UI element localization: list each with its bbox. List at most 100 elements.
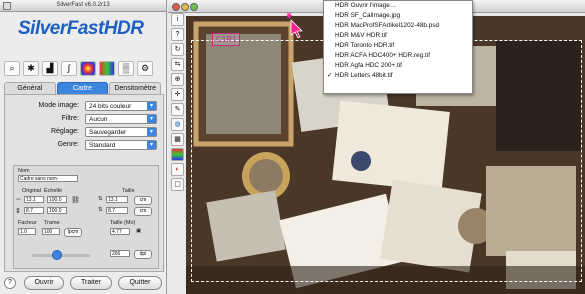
chain-link-icon[interactable]: ⛓: [71, 196, 80, 204]
taille-mo-field: 4.77: [110, 228, 130, 235]
menu-item[interactable]: HDR MacProfSFArtikel1202-48b.psd: [324, 21, 472, 31]
taille-mo-label: Taille (Mo): [110, 220, 136, 226]
tab-cadre[interactable]: Cadre: [56, 82, 109, 94]
chevron-down-icon: ▾: [147, 115, 156, 123]
echelle-label: Échelle: [44, 188, 63, 194]
chevron-down-icon: ▾: [147, 128, 156, 136]
trame-field[interactable]: 100: [42, 228, 60, 235]
reglage-label: Réglage:: [50, 128, 79, 135]
genre-select[interactable]: Standard ▾: [85, 140, 157, 150]
menu-item-label: HDR Toronto HDR.tif: [335, 42, 395, 49]
mode-image-row: Mode image: 24 bits couleur ▾: [5, 101, 163, 112]
selective-color-icon[interactable]: [99, 61, 115, 76]
minimize-icon[interactable]: [181, 3, 189, 11]
nom-input[interactable]: Cadre sans nom-: [18, 175, 78, 182]
magnifier-icon[interactable]: ⌕: [4, 61, 20, 76]
size-width-field[interactable]: 13.1: [106, 196, 128, 203]
preview-vertical-toolbar: i ? ↻ ⇆ ⊕ ✛ ✎ ◍ ▦ ◐ ▢: [170, 12, 184, 192]
close-icon[interactable]: [3, 2, 11, 10]
menu-item-label: HDR Agfa HDC 200+.tif: [335, 62, 402, 69]
flip-icon[interactable]: ⇆: [171, 58, 184, 71]
help-icon[interactable]: ?: [171, 28, 184, 41]
panel-titlebar[interactable]: SilverFast v6.0.2r13: [0, 0, 166, 12]
color-correction-icon[interactable]: [80, 61, 96, 76]
size-height-field[interactable]: 8.7: [106, 207, 128, 214]
quitter-button[interactable]: Quitter: [118, 276, 162, 290]
traiter-button[interactable]: Traiter: [70, 276, 112, 290]
menu-item[interactable]: HDR SF_CalImage.jpg: [324, 11, 472, 21]
filtre-select[interactable]: Aucun ▾: [85, 114, 157, 124]
menu-item[interactable]: HDR Ouvrir l'image…: [324, 1, 472, 11]
tab-general[interactable]: Général: [4, 82, 56, 94]
original-width-field[interactable]: 13.1: [24, 196, 44, 203]
height-stepper-icon[interactable]: ⇅: [98, 207, 103, 213]
facteur-field[interactable]: 1.0: [18, 228, 36, 235]
cadre-tab-body: Mode image: 24 bits couleur ▾ Filtre: Au…: [4, 94, 164, 272]
width-unit-button[interactable]: cm: [134, 196, 152, 205]
lock-icon[interactable]: ▣: [136, 228, 141, 234]
menu-item-label: HDR ACFA HDC400+ HDR.reg.tif: [335, 52, 430, 59]
trame-label: Trame: [44, 220, 60, 226]
tab-densitometre[interactable]: Densitomètre: [109, 82, 162, 94]
rotate-icon[interactable]: ↻: [171, 43, 184, 56]
recent-images-menu: HDR Ouvrir l'image… HDR SF_CalImage.jpg HD…: [323, 0, 473, 94]
cursor-arrow-icon: [287, 12, 303, 38]
chevron-down-icon: ▾: [147, 102, 156, 110]
settings-icon[interactable]: ⚙: [137, 61, 153, 76]
filtre-row: Filtre: Aucun ▾: [5, 114, 163, 125]
mode-image-value: 24 bits couleur: [89, 103, 132, 110]
facteur-label: Facteur: [18, 220, 37, 226]
filtre-value: Aucun: [89, 116, 108, 123]
frame-settings-box: Nom Cadre sans nom- Original Échelle Tai…: [13, 165, 159, 269]
filtre-label: Filtre:: [61, 115, 80, 122]
globe-icon[interactable]: ◍: [171, 118, 184, 131]
panel-tabs: Général Cadre Densitomètre: [4, 82, 162, 94]
panel-bottom-bar: ? Ouvrir Traiter Quitter: [4, 276, 164, 290]
menu-item[interactable]: HDR Toronto HDR.tif: [324, 41, 472, 51]
original-height-field[interactable]: 8.7: [24, 207, 44, 214]
dpi-field[interactable]: 266: [110, 250, 130, 257]
crosshair-icon[interactable]: ✛: [171, 88, 184, 101]
gradation-curve-icon[interactable]: ∫: [61, 61, 77, 76]
silverfast-logo: SilverFastHDR: [18, 18, 144, 39]
tool-i-icon[interactable]: i: [171, 13, 184, 26]
scale-height-field[interactable]: 100.0: [47, 207, 67, 214]
genre-value: Standard: [89, 142, 116, 149]
menu-item-label: HDR MacProfSFArtikel1202-48b.psd: [335, 22, 440, 29]
menu-item-label: HDR Letters 48bit.tif: [335, 72, 393, 79]
reglage-value: Sauvegarder: [89, 129, 127, 136]
dust-scratch-icon[interactable]: ▒: [118, 61, 134, 76]
menu-item[interactable]: HDR M&V HDR.tif: [324, 31, 472, 41]
auto-adjust-icon[interactable]: ✱: [23, 61, 39, 76]
zoom-icon[interactable]: [190, 3, 198, 11]
close-icon[interactable]: [172, 3, 180, 11]
ouvrir-button[interactable]: Ouvrir: [24, 276, 64, 290]
nom-label: Nom: [18, 168, 30, 174]
taille-label: Taille: [122, 188, 135, 194]
tool-bar: ⌕ ✱ ▟ ∫ ▒ ⚙: [4, 61, 162, 76]
prescan-icon[interactable]: ▦: [171, 133, 184, 146]
reglage-row: Réglage: Sauvegarder ▾: [5, 127, 163, 138]
color-cast-icon[interactable]: ◐: [171, 163, 184, 176]
help-button[interactable]: ?: [4, 277, 16, 289]
height-unit-button[interactable]: cm: [134, 207, 152, 216]
frame-icon[interactable]: ▢: [171, 178, 184, 191]
menu-item[interactable]: HDR ACFA HDC400+ HDR.reg.tif: [324, 51, 472, 61]
eyedropper-icon[interactable]: ✎: [171, 103, 184, 116]
reglage-select[interactable]: Sauvegarder ▾: [85, 127, 157, 137]
histogram-icon[interactable]: ▟: [42, 61, 58, 76]
menu-item[interactable]: ✓ HDR Letters 48bit.tif: [324, 71, 472, 81]
menu-item[interactable]: HDR Agfa HDC 200+.tif: [324, 61, 472, 71]
scale-slider-knob[interactable]: [52, 250, 62, 260]
rgb-channel-icon[interactable]: [171, 148, 184, 161]
scale-width-field[interactable]: 100.0: [47, 196, 67, 203]
genre-label: Genre:: [57, 141, 79, 148]
crop-frame-label[interactable]: C1R1: [212, 33, 241, 46]
width-stepper-icon[interactable]: ⇅: [98, 196, 103, 202]
mode-image-select[interactable]: 24 bits couleur ▾: [85, 101, 157, 111]
dpi-unit-button[interactable]: dpi: [134, 250, 152, 259]
chevron-down-icon: ▾: [147, 141, 156, 149]
genre-row: Genre: Standard ▾: [5, 140, 163, 151]
zoom-icon[interactable]: ⊕: [171, 73, 184, 86]
lpcm-unit-button[interactable]: lpcm: [64, 228, 82, 237]
